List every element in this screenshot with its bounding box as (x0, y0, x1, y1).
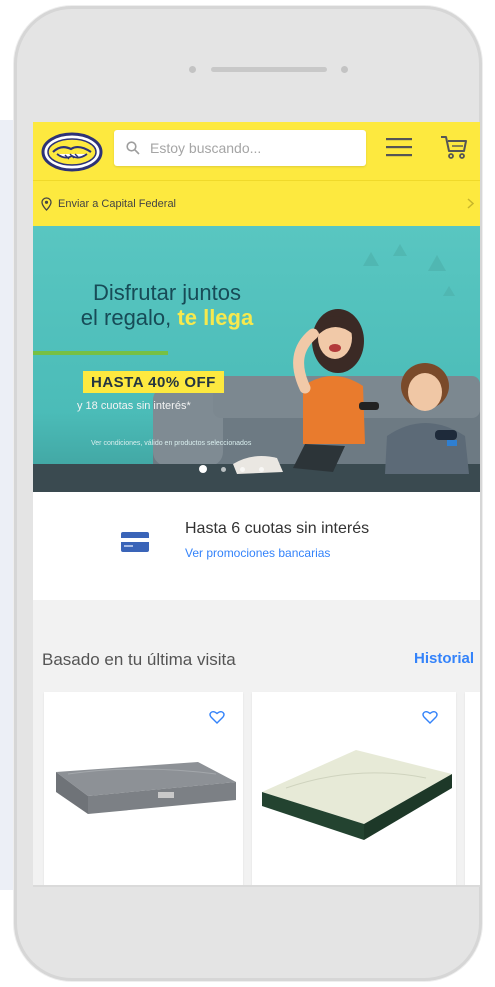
carousel-dot[interactable] (259, 466, 264, 472)
cart-icon[interactable] (440, 134, 468, 160)
banner-legal-text: Ver condiciones, válido en productos sel… (91, 440, 252, 447)
phone-screen: Enviar a Capital Federal (33, 122, 480, 885)
app-header (33, 122, 480, 180)
banner-title-line2: el regalo, (80, 305, 172, 330)
carousel-dot[interactable] (221, 466, 226, 472)
search-box[interactable] (114, 130, 366, 166)
chevron-right-icon (467, 198, 474, 209)
carousel-pagination (199, 465, 264, 473)
gray-mattress-image (56, 762, 236, 814)
heart-icon[interactable] (422, 710, 438, 724)
banner-accent-line (33, 351, 168, 355)
banner-headline: Disfrutar juntos el regalo, te llega (57, 280, 277, 330)
white-green-mattress-image (262, 750, 452, 840)
installments-promo-card[interactable]: Hasta 6 cuotas sin interés Ver promocion… (33, 492, 480, 600)
search-input[interactable] (150, 140, 350, 156)
screen-bottom-edge (33, 885, 480, 887)
phone-earpiece (189, 64, 359, 76)
shipping-label: Enviar a Capital Federal (58, 198, 177, 210)
shipping-location-bar[interactable]: Enviar a Capital Federal (33, 180, 480, 227)
search-icon (126, 141, 140, 155)
location-pin-icon (41, 197, 52, 211)
sensor-dot (341, 66, 348, 73)
credit-card-icon (121, 532, 149, 552)
product-card-partial[interactable] (465, 692, 480, 885)
mercadolibre-handshake-logo[interactable] (41, 132, 103, 172)
heart-icon[interactable] (209, 710, 225, 724)
carousel-dot[interactable] (240, 466, 245, 472)
speaker-grille (211, 67, 327, 72)
history-link[interactable]: Historial (414, 650, 474, 667)
product-card[interactable] (252, 692, 456, 885)
hamburger-menu-icon[interactable] (386, 137, 412, 157)
banner-title-line1: Disfrutar juntos (93, 280, 241, 305)
product-card[interactable] (44, 692, 243, 885)
promo-title: Hasta 6 cuotas sin interés (185, 520, 370, 537)
offer-badge: HASTA 40% OFF (83, 371, 224, 393)
banner-illustration (33, 244, 480, 492)
recommendations-title: Basado en tu última visita (42, 650, 236, 669)
bank-promotions-link[interactable]: Ver promociones bancarias (185, 546, 330, 560)
carousel-dot-active[interactable] (199, 465, 207, 473)
banner-title-highlight: te llega (177, 305, 254, 330)
offer-subline: y 18 cuotas sin interés* (77, 400, 191, 412)
hero-banner[interactable]: Disfrutar juntos el regalo, te llega HAS… (33, 226, 480, 492)
camera-dot (189, 66, 196, 73)
